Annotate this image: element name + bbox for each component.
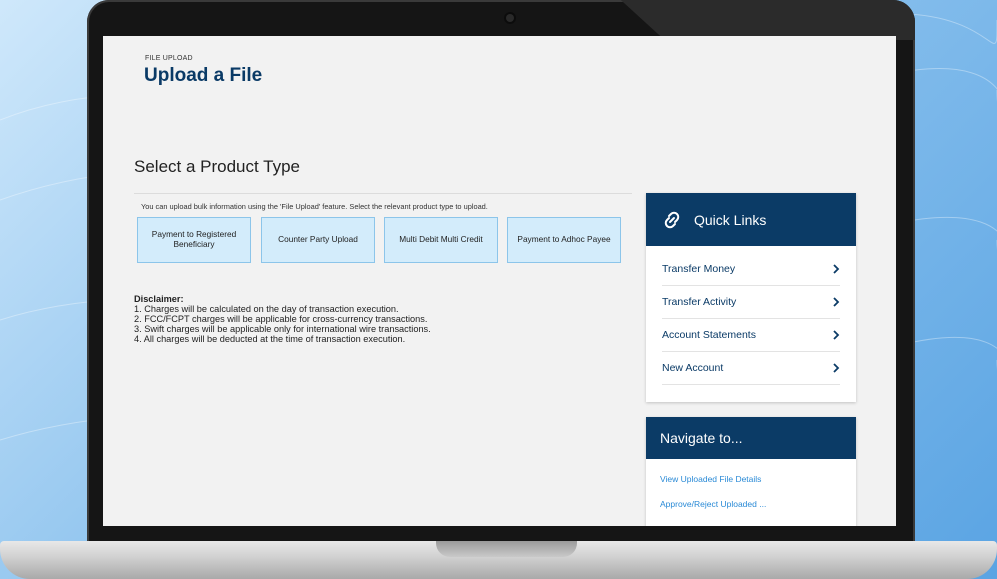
product-adhoc-payee-button[interactable]: Payment to Adhoc Payee bbox=[507, 217, 621, 263]
quick-link-label: Account Statements bbox=[662, 329, 756, 341]
disclaimer-line: 1. Charges will be calculated on the day… bbox=[134, 304, 399, 314]
product-counter-party-button[interactable]: Counter Party Upload bbox=[261, 217, 375, 263]
disclaimer-line: 4. All charges will be deducted at the t… bbox=[134, 334, 406, 344]
chevron-right-icon bbox=[833, 330, 840, 340]
section-intro: You can upload bulk information using th… bbox=[141, 202, 488, 211]
screen: FILE UPLOAD Upload a File Select a Produ… bbox=[103, 36, 896, 526]
navigate-card: Navigate to... View Uploaded File Detail… bbox=[646, 417, 856, 526]
disclaimer-line: 2. FCC/FCPT charges will be applicable f… bbox=[134, 314, 428, 324]
chevron-right-icon bbox=[833, 264, 840, 274]
product-multi-debit-button[interactable]: Multi Debit Multi Credit bbox=[384, 217, 498, 263]
quick-links-list: Transfer Money Transfer Activity Account… bbox=[646, 253, 856, 385]
camera-icon bbox=[506, 14, 514, 22]
link-icon bbox=[664, 211, 680, 228]
navigate-header: Navigate to... bbox=[646, 417, 856, 459]
product-registered-beneficiary-button[interactable]: Payment to Registered Beneficiary bbox=[137, 217, 251, 263]
quick-links-header: Quick Links bbox=[646, 193, 856, 246]
chevron-right-icon bbox=[833, 363, 840, 373]
page-title: Upload a File bbox=[144, 65, 263, 86]
nav-link-view-uploaded[interactable]: View Uploaded File Details bbox=[646, 474, 856, 484]
disclaimer: Disclaimer: 1. Charges will be calculate… bbox=[134, 294, 431, 344]
section-title: Select a Product Type bbox=[134, 157, 301, 176]
quick-link-label: Transfer Activity bbox=[662, 296, 737, 308]
quick-link-transfer-money[interactable]: Transfer Money bbox=[662, 253, 840, 286]
quick-links-title: Quick Links bbox=[694, 211, 767, 228]
chevron-right-icon bbox=[833, 297, 840, 307]
page-eyebrow: FILE UPLOAD bbox=[145, 55, 193, 62]
section-divider bbox=[134, 193, 632, 194]
laptop-base-notch bbox=[436, 541, 577, 557]
nav-link-approve-reject[interactable]: Approve/Reject Uploaded ... bbox=[646, 499, 856, 509]
quick-link-transfer-activity[interactable]: Transfer Activity bbox=[662, 286, 840, 319]
quick-link-new-account[interactable]: New Account bbox=[662, 352, 840, 385]
quick-link-label: New Account bbox=[662, 362, 724, 374]
quick-link-account-statements[interactable]: Account Statements bbox=[662, 319, 840, 352]
quick-links-card: Quick Links Transfer Money Transfer Acti… bbox=[646, 193, 856, 402]
quick-link-label: Transfer Money bbox=[662, 263, 736, 275]
disclaimer-line: 3. Swift charges will be applicable only… bbox=[134, 324, 431, 334]
navigate-title: Navigate to... bbox=[660, 430, 743, 446]
disclaimer-heading: Disclaimer: bbox=[134, 294, 184, 304]
